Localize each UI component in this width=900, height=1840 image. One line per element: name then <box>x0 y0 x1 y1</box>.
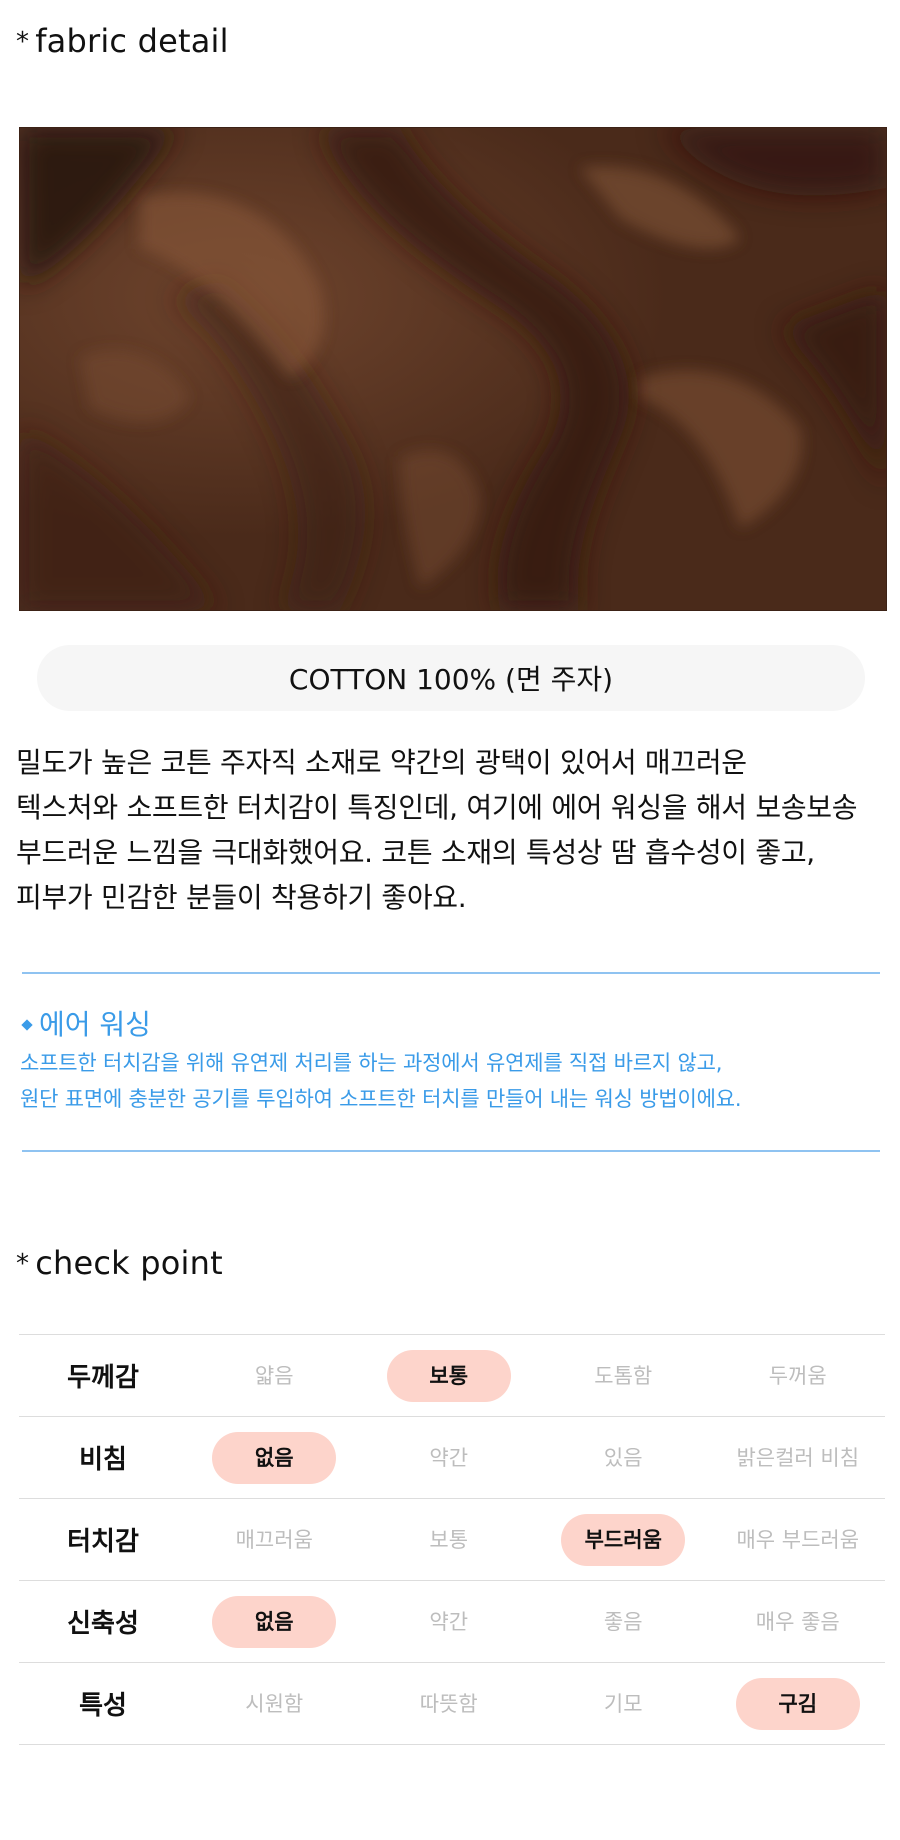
description-line: 피부가 민감한 분들이 착용하기 좋아요. <box>16 881 467 914</box>
check-option: 좋음 <box>536 1596 711 1648</box>
check-option-label: 보통 <box>429 1527 469 1552</box>
check-point-heading: * check point <box>16 1244 223 1282</box>
check-option-label: 매우 좋음 <box>755 1609 840 1634</box>
divider-bottom <box>22 1150 880 1152</box>
check-option: 약간 <box>362 1596 537 1648</box>
description-line: 밀도가 높은 코튼 주자직 소재로 약간의 광택이 있어서 매끄러운 <box>16 746 747 779</box>
check-option: 밝은컬러 비침 <box>711 1432 886 1484</box>
check-option-label: 기모 <box>603 1691 643 1716</box>
check-option-selected: 구김 <box>711 1677 886 1730</box>
check-row-options: 없음 약간 있음 밝은컬러 비침 <box>187 1431 886 1484</box>
check-option: 얇음 <box>187 1350 362 1402</box>
check-option-label: 없음 <box>212 1431 337 1484</box>
check-point-table: 두께감 얇음 보통 도톰함 두꺼움 비침 없음 약간 있음 밝은컬러 비침 터치감 매끄러움 보통 부드러… <box>19 1334 885 1745</box>
check-option-label: 따뜻함 <box>419 1691 478 1716</box>
check-option-label: 약간 <box>429 1445 469 1470</box>
check-option-label: 매우 부드러움 <box>736 1527 860 1552</box>
check-row: 비침 없음 약간 있음 밝은컬러 비침 <box>19 1417 885 1499</box>
check-row-label: 비침 <box>79 1445 127 1475</box>
fabric-texture-image <box>20 128 886 610</box>
asterisk-icon: * <box>16 27 30 57</box>
check-option-label: 부드러움 <box>561 1513 686 1566</box>
check-option-label: 시원함 <box>245 1691 304 1716</box>
check-option: 보통 <box>362 1514 537 1566</box>
asterisk-icon: * <box>16 1249 30 1279</box>
air-washing-heading: 에어 워싱 <box>20 1005 890 1045</box>
fabric-detail-heading: * fabric detail <box>16 22 229 60</box>
check-row-options: 매끄러움 보통 부드러움 매우 부드러움 <box>187 1513 886 1566</box>
diamond-bullet-icon <box>21 1019 33 1031</box>
fabric-description: 밀도가 높은 코튼 주자직 소재로 약간의 광택이 있어서 매끄러운 텍스처와 … <box>16 740 896 920</box>
check-option-selected: 보통 <box>362 1349 537 1402</box>
check-option: 따뜻함 <box>362 1678 537 1730</box>
check-option: 기모 <box>536 1678 711 1730</box>
check-option-label: 구김 <box>735 1677 860 1730</box>
check-option-label: 매끄러움 <box>235 1527 313 1552</box>
check-option-selected: 없음 <box>187 1431 362 1484</box>
check-option: 있음 <box>536 1432 711 1484</box>
air-washing-title: 에어 워싱 <box>39 1008 151 1041</box>
check-row: 특성 시원함 따뜻함 기모 구김 <box>19 1663 885 1745</box>
check-option: 매우 좋음 <box>711 1596 886 1648</box>
check-option-label: 없음 <box>212 1595 337 1648</box>
check-option: 약간 <box>362 1432 537 1484</box>
check-option: 매우 부드러움 <box>711 1514 886 1566</box>
divider-top <box>22 972 880 974</box>
check-option: 두꺼움 <box>711 1350 886 1402</box>
check-row-options: 시원함 따뜻함 기모 구김 <box>187 1677 886 1730</box>
check-option-label: 좋음 <box>603 1609 643 1634</box>
check-option: 매끄러움 <box>187 1514 362 1566</box>
check-option-label: 도톰함 <box>594 1363 653 1388</box>
description-line: 텍스처와 소프트한 터치감이 특징인데, 여기에 에어 워싱을 해서 보송보송 <box>16 791 858 824</box>
check-option-label: 두꺼움 <box>768 1363 827 1388</box>
air-washing-line: 원단 표면에 충분한 공기를 투입하여 소프트한 터치를 만들어 내는 워싱 방… <box>20 1087 742 1111</box>
product-detail-page: * fabric detail COTTON 100% (면 주자) 밀도가 높… <box>0 0 900 1840</box>
description-line: 부드러운 느낌을 극대화했어요. 코튼 소재의 특성상 땀 흡수성이 좋고, <box>16 836 815 869</box>
air-washing-note: 에어 워싱 소프트한 터치감을 위해 유연제 처리를 하는 과정에서 유연제를 … <box>20 1005 890 1117</box>
check-option: 도톰함 <box>536 1350 711 1402</box>
check-option-label: 보통 <box>386 1349 511 1402</box>
check-option-label: 밝은컬러 비침 <box>736 1445 860 1470</box>
fabric-photo <box>19 127 887 611</box>
check-row-options: 없음 약간 좋음 매우 좋음 <box>187 1595 886 1648</box>
check-row: 두께감 얇음 보통 도톰함 두꺼움 <box>19 1335 885 1417</box>
check-row-options: 얇음 보통 도톰함 두꺼움 <box>187 1349 886 1402</box>
material-badge: COTTON 100% (면 주자) <box>37 645 865 711</box>
check-option: 시원함 <box>187 1678 362 1730</box>
check-row-label: 특성 <box>79 1691 127 1721</box>
check-row-label: 터치감 <box>67 1527 139 1557</box>
check-option-selected: 없음 <box>187 1595 362 1648</box>
check-option-label: 있음 <box>603 1445 643 1470</box>
check-row: 터치감 매끄러움 보통 부드러움 매우 부드러움 <box>19 1499 885 1581</box>
check-row: 신축성 없음 약간 좋음 매우 좋음 <box>19 1581 885 1663</box>
check-point-title: check point <box>35 1244 223 1282</box>
air-washing-line: 소프트한 터치감을 위해 유연제 처리를 하는 과정에서 유연제를 직접 바르지… <box>20 1051 723 1075</box>
check-row-label: 두께감 <box>67 1363 139 1393</box>
check-option-selected: 부드러움 <box>536 1513 711 1566</box>
check-option-label: 약간 <box>429 1609 469 1634</box>
check-option-label: 얇음 <box>254 1363 294 1388</box>
fabric-detail-title: fabric detail <box>35 22 229 60</box>
check-row-label: 신축성 <box>67 1609 139 1639</box>
